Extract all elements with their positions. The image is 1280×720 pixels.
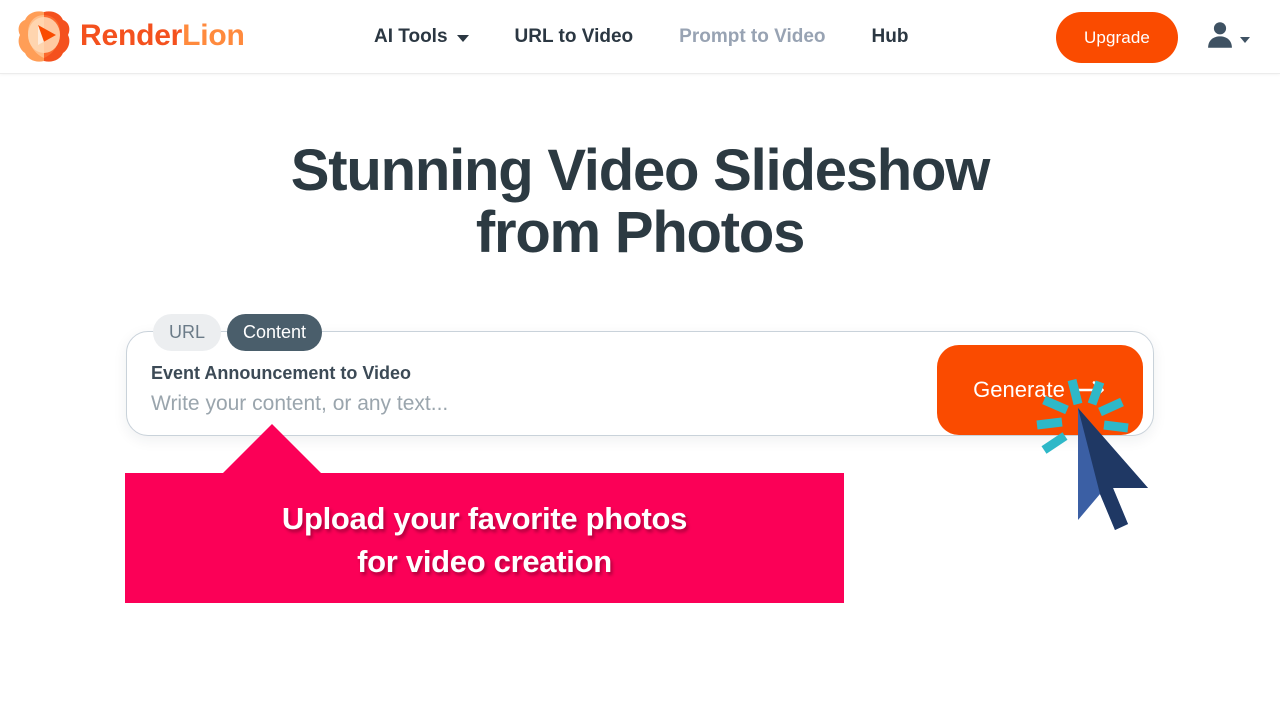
- tab-content[interactable]: Content: [227, 314, 323, 351]
- nav-item-prompt-to-video[interactable]: Prompt to Video: [679, 26, 825, 48]
- generator-mode-tabs: URL Content: [153, 314, 323, 351]
- brand-text-lion: Lion: [182, 19, 245, 52]
- generate-button-label: Generate: [973, 377, 1065, 402]
- upgrade-button[interactable]: Upgrade: [1056, 12, 1178, 63]
- generate-button[interactable]: Generate: [937, 345, 1143, 435]
- main-navigation: AI Tools URL to Video Prompt to Video Hu…: [374, 0, 908, 74]
- brand-text-render: Render: [80, 19, 183, 52]
- user-avatar-icon: [1208, 22, 1232, 48]
- nav-item-ai-tools-label: AI Tools: [374, 26, 448, 47]
- callout-line-2: for video creation: [357, 544, 612, 579]
- page-title-line-2: from Photos: [475, 200, 806, 265]
- account-menu[interactable]: [1203, 18, 1250, 52]
- chevron-down-icon: [1240, 37, 1250, 43]
- arrow-right-icon: [1077, 381, 1104, 399]
- tab-url[interactable]: URL: [153, 314, 222, 351]
- nav-item-hub-label: Hub: [871, 26, 909, 47]
- nav-item-url-to-video-label: URL to Video: [514, 26, 634, 47]
- brand-logo[interactable]: RenderLion: [16, 6, 245, 68]
- nav-item-prompt-to-video-label: Prompt to Video: [679, 26, 826, 47]
- nav-item-ai-tools[interactable]: AI Tools: [374, 26, 469, 48]
- lion-play-logo-icon: [18, 11, 70, 62]
- page-title: Stunning Video Slideshow from Photos: [0, 140, 1280, 264]
- nav-item-hub[interactable]: Hub: [872, 26, 909, 48]
- callout-pointer-icon: [222, 424, 322, 474]
- callout-line-1: Upload your favorite photos: [281, 501, 688, 536]
- page-title-line-1: Stunning Video Slideshow: [290, 138, 991, 203]
- nav-item-url-to-video[interactable]: URL to Video: [515, 26, 634, 48]
- chevron-down-icon: [456, 35, 469, 42]
- content-input[interactable]: Write your content, or any text...: [151, 392, 448, 416]
- site-header: RenderLion AI Tools URL to Video Prompt …: [0, 0, 1280, 74]
- callout-text: Upload your favorite photos for video cr…: [125, 497, 844, 583]
- generator-field-label: Event Announcement to Video: [151, 363, 412, 383]
- brand-wordmark: RenderLion: [80, 21, 245, 53]
- page-root: RenderLion AI Tools URL to Video Prompt …: [0, 0, 1280, 720]
- callout-banner: Upload your favorite photos for video cr…: [125, 473, 844, 603]
